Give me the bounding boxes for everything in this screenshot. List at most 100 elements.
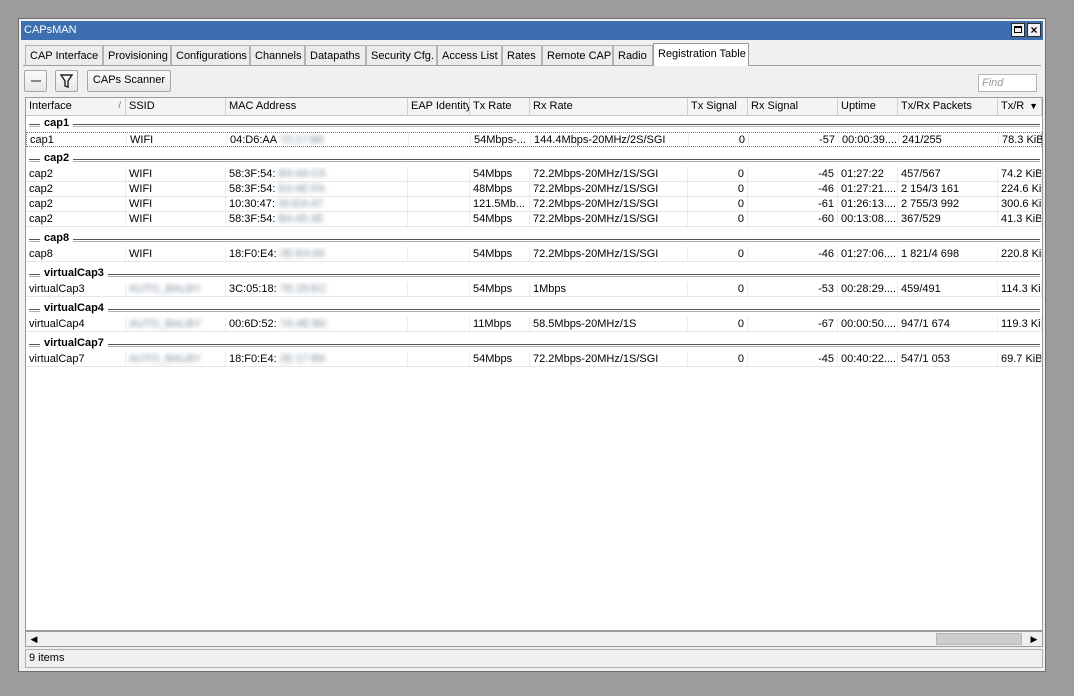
column-header-rx-rate[interactable]: Rx Rate <box>530 98 688 115</box>
column-header-bytes[interactable]: Tx/R ▼ <box>998 98 1042 115</box>
window-title: CAPsMAN <box>24 24 77 36</box>
group-name: cap2 <box>40 152 74 164</box>
cell-tx-rate: 54Mbps-... <box>471 133 531 147</box>
column-header-eap[interactable]: EAP Identity <box>408 98 470 115</box>
cell-interface: cap2 <box>26 182 126 196</box>
tab-access-list[interactable]: Access List <box>437 45 502 65</box>
group-header[interactable]: cap2 <box>26 152 1042 167</box>
column-header-packets[interactable]: Tx/Rx Packets <box>898 98 998 115</box>
close-icon[interactable]: × <box>1027 23 1041 37</box>
group-header[interactable]: virtualCap4 <box>26 302 1042 317</box>
tab-datapaths[interactable]: Datapaths <box>305 45 366 65</box>
table-row[interactable]: cap2 WIFI 58:3F:54: B4:4A:C5 54Mbps 72.2Mbps-… <box>26 167 1042 182</box>
table-row[interactable]: virtualCap7 AUTO_BALBY 18:F0:E4: 2E:17:B6 54… <box>26 352 1042 367</box>
horizontal-scrollbar[interactable]: ◀ ▶ <box>25 631 1043 647</box>
group-divider <box>29 344 1040 347</box>
item-count: 9 items <box>29 652 65 664</box>
table-row[interactable]: cap2 WIFI 10:30:47: 30:EA:47 121.5Mb... 72.2M… <box>26 197 1042 212</box>
cell-ssid: WIFI <box>126 247 226 261</box>
group-header[interactable]: cap8 <box>26 232 1042 247</box>
filter-button[interactable] <box>55 70 78 92</box>
tab-security-cfg[interactable]: Security Cfg. <box>366 45 437 65</box>
column-header-label: SSID <box>129 100 155 112</box>
group-header[interactable]: cap1 <box>26 117 1042 132</box>
cell-ssid: AUTO_BALBY <box>126 282 226 296</box>
cell-rx-signal: -46 <box>748 247 838 261</box>
column-header-label: Tx Signal <box>691 100 737 112</box>
mac-redacted: 7A:4E:B0 <box>279 318 327 330</box>
column-header-uptime[interactable]: Uptime <box>838 98 898 115</box>
cell-mac: 18:F0:E4: 2E:17:B6 <box>226 352 408 366</box>
cell-rx-rate: 72.2Mbps-20MHz/1S/SGI <box>530 197 688 211</box>
table-row[interactable]: virtualCap3 AUTO_BALBY 3C:05:18: 7E:25:EC 54… <box>26 282 1042 297</box>
cell-uptime: 00:13:08.... <box>838 212 898 226</box>
group-header[interactable]: virtualCap3 <box>26 267 1042 282</box>
cell-uptime: 01:26:13.... <box>838 197 898 211</box>
group-header[interactable]: virtualCap7 <box>26 337 1042 352</box>
cell-mac: 10:30:47: 30:EA:47 <box>226 197 408 211</box>
mac-redacted: 70:17:B6 <box>280 134 325 146</box>
tab-registration-table[interactable]: Registration Table <box>653 43 749 66</box>
column-header-label: Uptime <box>841 100 876 112</box>
tab-radio[interactable]: Radio <box>613 45 653 65</box>
column-header-label: Rx Signal <box>751 100 799 112</box>
cell-ssid: AUTO_BALBY <box>126 352 226 366</box>
cell-eap <box>408 182 470 196</box>
title-bar[interactable]: CAPsMAN × <box>21 21 1043 40</box>
scroll-right-icon[interactable]: ▶ <box>1026 632 1042 646</box>
cell-uptime: 00:40:22.... <box>838 352 898 366</box>
cell-rx-rate: 72.2Mbps-20MHz/1S/SGI <box>530 182 688 196</box>
table-row[interactable]: cap2 WIFI 58:3F:54: E4:4E:FA 48Mbps 72.2Mbps-… <box>26 182 1042 197</box>
cell-tx-rate: 54Mbps <box>470 282 530 296</box>
cell-interface: cap2 <box>26 197 126 211</box>
tab-configurations[interactable]: Configurations <box>171 45 250 65</box>
table-row[interactable]: cap8 WIFI 18:F0:E4: 2E:E4:66 54Mbps 72.2Mbps-… <box>26 247 1042 262</box>
caps-scanner-button[interactable]: CAPs Scanner <box>87 70 171 92</box>
cell-rx-signal: -46 <box>748 182 838 196</box>
tab-channels[interactable]: Channels <box>250 45 305 65</box>
cell-tx-signal: 0 <box>688 182 748 196</box>
column-header-ssid[interactable]: SSID <box>126 98 226 115</box>
column-header-rx-signal[interactable]: Rx Signal <box>748 98 838 115</box>
tab-remote-cap[interactable]: Remote CAP <box>542 45 613 65</box>
cell-rx-rate: 72.2Mbps-20MHz/1S/SGI <box>530 212 688 226</box>
cell-uptime: 01:27:06.... <box>838 247 898 261</box>
cell-bytes: 69.7 KiB <box>998 352 1042 366</box>
column-header-tx-rate[interactable]: Tx Rate <box>470 98 530 115</box>
group-divider <box>29 309 1040 312</box>
cell-ssid: WIFI <box>126 167 226 181</box>
cell-rx-rate: 72.2Mbps-20MHz/1S/SGI <box>530 247 688 261</box>
cell-rx-signal: -45 <box>748 167 838 181</box>
cell-tx-rate: 54Mbps <box>470 352 530 366</box>
tab-rates[interactable]: Rates <box>502 45 542 65</box>
tab-cap-interface[interactable]: CAP Interface <box>25 45 103 65</box>
remove-button[interactable] <box>24 70 47 92</box>
cell-interface: cap2 <box>26 167 126 181</box>
column-header-interface[interactable]: Interface / <box>26 98 126 115</box>
table-row[interactable]: cap1 WIFI 04:D6:AA 70:17:B6 54Mbps-... 144.4M… <box>26 132 1042 147</box>
find-input[interactable]: Find <box>978 74 1037 92</box>
table-row[interactable]: virtualCap4 AUTO_BALBY 00:6D:52: 7A:4E:B0 11… <box>26 317 1042 332</box>
mac-visible: 58:3F:54: <box>229 213 276 225</box>
cell-packets: 2 154/3 161 <box>898 182 998 196</box>
cell-rx-rate: 72.2Mbps-20MHz/1S/SGI <box>530 352 688 366</box>
column-header-label: Tx/R <box>1001 100 1025 112</box>
toolbar: CAPs Scanner Find <box>23 69 1041 95</box>
table-row[interactable]: cap2 WIFI 58:3F:54: B4:45:3E 54Mbps 72.2Mbps-… <box>26 212 1042 227</box>
tab-provisioning[interactable]: Provisioning <box>103 45 171 65</box>
maximize-icon[interactable] <box>1011 23 1025 37</box>
column-header-label: Tx/Rx Packets <box>901 100 972 112</box>
scroll-left-icon[interactable]: ◀ <box>26 632 42 646</box>
columns-dropdown-icon[interactable]: ▼ <box>1029 101 1038 111</box>
column-header-label: Rx Rate <box>533 100 573 112</box>
mac-visible: 10:30:47: <box>229 198 275 210</box>
column-header-tx-signal[interactable]: Tx Signal <box>688 98 748 115</box>
redacted-ssid: AUTO_BALBY <box>129 318 201 330</box>
mac-visible: 18:F0:E4: <box>229 353 277 365</box>
cell-eap <box>408 352 470 366</box>
scroll-thumb[interactable] <box>936 633 1022 645</box>
cell-bytes: 74.2 KiB <box>998 167 1042 181</box>
group-name: cap8 <box>40 232 74 244</box>
mac-redacted: 2E:E4:66 <box>279 248 325 260</box>
column-header-mac[interactable]: MAC Address <box>226 98 408 115</box>
